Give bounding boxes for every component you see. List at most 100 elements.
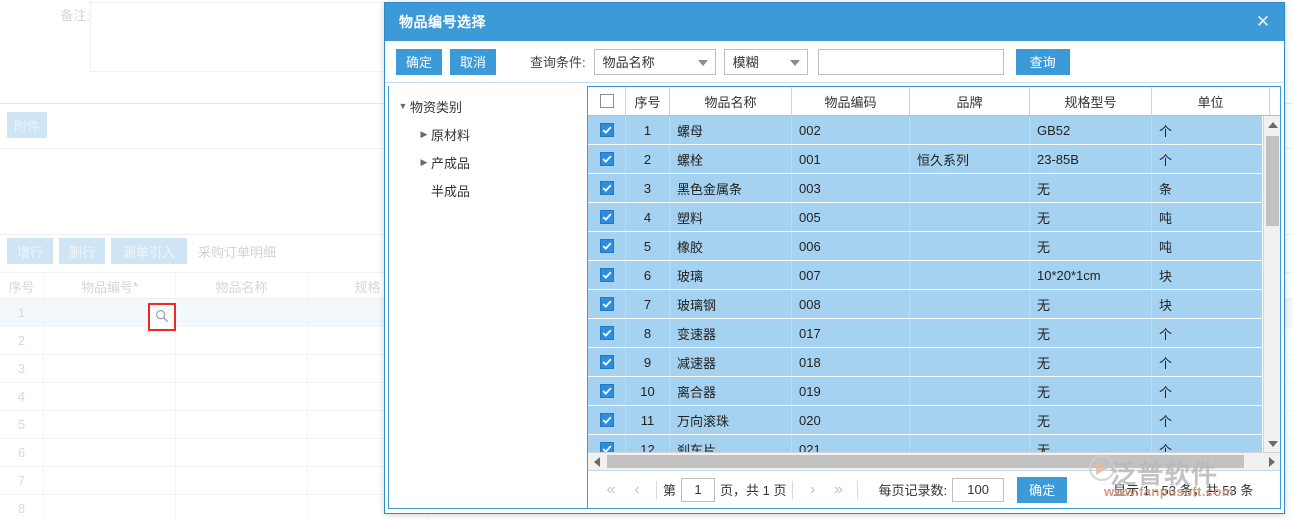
prev-page-icon[interactable]: ‹ [624,477,650,503]
caret-down-icon[interactable]: ▼ [396,101,410,111]
column-header-spec[interactable]: 规格型号 [1030,87,1152,115]
caret-right-icon[interactable]: ▶ [417,129,431,140]
cell-item-code[interactable] [44,411,176,438]
cell-item-name[interactable] [176,299,308,326]
delete-row-button[interactable]: 删行 [59,238,105,264]
cell-item-name[interactable] [176,439,308,466]
row-checkbox-cell[interactable] [588,261,626,289]
cell-item-name: 离合器 [670,377,792,405]
row-checkbox[interactable] [600,384,614,398]
row-checkbox-cell[interactable] [588,232,626,260]
row-checkbox[interactable] [600,326,614,340]
row-checkbox-cell[interactable] [588,406,626,434]
close-icon[interactable]: ✕ [1252,11,1274,33]
tree-node-raw-material[interactable]: ▶ 原材料 [389,120,587,148]
row-checkbox-cell[interactable] [588,145,626,173]
column-header-brand[interactable]: 品牌 [910,87,1030,115]
cell-item-code[interactable] [44,495,176,520]
cell-item-code[interactable] [44,355,176,382]
row-checkbox[interactable] [600,413,614,427]
horizontal-scrollbar[interactable] [588,452,1280,470]
row-checkbox[interactable] [600,297,614,311]
scroll-right-arrow-icon[interactable] [1263,453,1280,470]
table-row[interactable]: 11万向滚珠020无个 [588,406,1262,435]
next-page-icon[interactable]: › [799,477,825,503]
table-row[interactable]: 5橡胶006无吨 [588,232,1262,261]
cancel-button[interactable]: 取消 [450,49,496,75]
import-source-button[interactable]: 源单引入 [111,238,187,264]
cell-brand [910,377,1030,405]
row-checkbox-cell[interactable] [588,377,626,405]
cell-brand [910,348,1030,376]
cell-item-name[interactable] [176,411,308,438]
table-row[interactable]: 9减速器018无个 [588,348,1262,377]
pager-divider [857,481,858,499]
row-checkbox-cell[interactable] [588,319,626,347]
row-checkbox[interactable] [600,152,614,166]
vertical-scrollbar-thumb[interactable] [1266,136,1279,226]
scroll-left-arrow-icon[interactable] [588,453,605,470]
row-checkbox[interactable] [600,442,614,452]
table-row[interactable]: 4塑料005无吨 [588,203,1262,232]
scroll-up-arrow-icon[interactable] [1264,116,1280,133]
row-checkbox[interactable] [600,239,614,253]
table-row[interactable]: 10离合器019无个 [588,377,1262,406]
first-page-icon[interactable]: « [598,477,624,503]
cell-item-code: 019 [792,377,910,405]
table-row[interactable]: 6玻璃00710*20*1cm块 [588,261,1262,290]
tree-node-semi-finished-product[interactable]: 半成品 [389,176,587,204]
item-code-search-icon-button[interactable] [148,303,176,331]
select-all-checkbox[interactable] [600,94,614,108]
confirm-button[interactable]: 确定 [396,49,442,75]
row-checkbox-cell[interactable] [588,435,626,452]
cell-brand [910,319,1030,347]
cell-item-code[interactable] [44,467,176,494]
column-header-unit[interactable]: 单位 [1152,87,1270,115]
cell-item-code[interactable] [44,383,176,410]
table-row[interactable]: 12刹车片021无个 [588,435,1262,452]
row-checkbox-cell[interactable] [588,203,626,231]
caret-right-icon[interactable]: ▶ [417,157,431,168]
row-checkbox-cell[interactable] [588,348,626,376]
cell-item-code[interactable] [44,327,176,354]
page-number-input[interactable] [681,478,715,502]
tree-node-material-category[interactable]: ▼ 物资类别 [389,92,587,120]
row-checkbox[interactable] [600,355,614,369]
vertical-scrollbar[interactable] [1263,116,1280,452]
row-checkbox[interactable] [600,123,614,137]
page-size-input[interactable] [952,478,1004,502]
cell-item-name[interactable] [176,467,308,494]
cell-item-code[interactable] [44,439,176,466]
row-checkbox[interactable] [600,210,614,224]
column-header-seq[interactable]: 序号 [626,87,670,115]
row-checkbox[interactable] [600,268,614,282]
horizontal-scrollbar-thumb[interactable] [607,455,1244,468]
last-page-icon[interactable]: » [825,477,851,503]
keyword-input[interactable] [818,49,1004,75]
select-all-header-cell[interactable] [588,87,626,115]
table-row[interactable]: 8变速器017无个 [588,319,1262,348]
page-size-confirm-button[interactable]: 确定 [1017,477,1067,503]
row-checkbox-cell[interactable] [588,174,626,202]
cell-item-name[interactable] [176,327,308,354]
tree-node-finished-product[interactable]: ▶ 产成品 [389,148,587,176]
match-mode-select[interactable]: 模糊 [724,49,808,75]
cell-item-name[interactable] [176,495,308,520]
add-row-button[interactable]: 增行 [7,238,53,264]
cell-item-name[interactable] [176,383,308,410]
table-row[interactable]: 7玻璃钢008无块 [588,290,1262,319]
table-row[interactable]: 2螺栓001恒久系列23-85B个 [588,145,1262,174]
column-header-item-name[interactable]: 物品名称 [670,87,792,115]
table-row[interactable]: 1螺母002GB52个 [588,116,1262,145]
attachment-button[interactable]: 附件 [7,112,47,138]
row-checkbox[interactable] [600,181,614,195]
row-checkbox-cell[interactable] [588,290,626,318]
row-checkbox-cell[interactable] [588,116,626,144]
table-row[interactable]: 3黑色金属条003无条 [588,174,1262,203]
tab-purchase-order-detail[interactable]: 采购订单明细 [198,238,276,264]
column-header-item-code[interactable]: 物品编码 [792,87,910,115]
cell-item-name[interactable] [176,355,308,382]
scroll-down-arrow-icon[interactable] [1264,435,1280,452]
query-field-select[interactable]: 物品名称 [594,49,716,75]
query-button[interactable]: 查询 [1016,49,1070,75]
